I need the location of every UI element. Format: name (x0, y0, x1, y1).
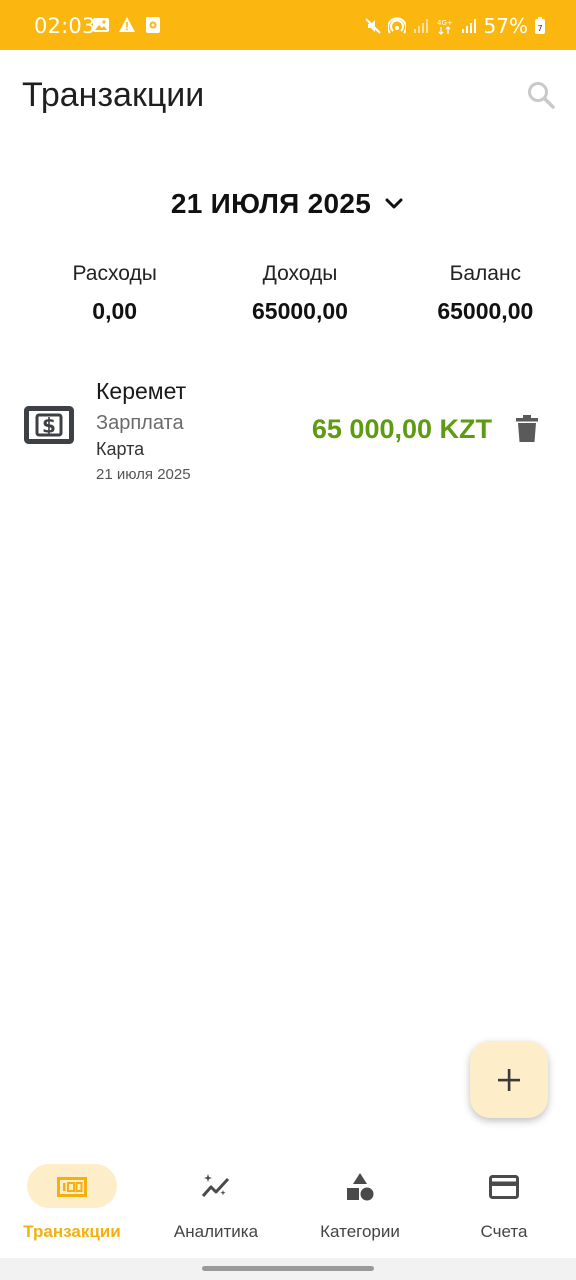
transaction-amount: 65 000,00 KZT (311, 414, 492, 444)
transaction-name: Керемет (96, 378, 187, 404)
plus-icon (498, 1068, 520, 1091)
add-transaction-button[interactable] (470, 1041, 548, 1118)
signal-icon (461, 19, 476, 33)
page-title: Транзакции (22, 76, 205, 114)
transaction-item[interactable]: $ Керемет Зарплата Карта 21 июля 2025 65… (0, 372, 576, 492)
nav-item-categories[interactable]: Категории (288, 1150, 432, 1250)
status-icons-right: 4G+ 57% 7 (364, 14, 546, 38)
summary-panel: Расходы 0,00 Доходы 65000,00 Баланс 6500… (0, 262, 576, 325)
chevron-down-icon (385, 198, 403, 209)
summary-expenses: Расходы 0,00 (22, 262, 207, 325)
nav-label-analytics: Аналитика (173, 1222, 259, 1241)
balance-value: 65000,00 (437, 298, 534, 324)
home-gesture-bar[interactable] (202, 1266, 374, 1271)
status-time: 02:03 (34, 14, 96, 38)
money-icon: $ (24, 406, 74, 444)
status-icons-left (92, 16, 162, 34)
banknote-icon (57, 1177, 87, 1197)
income-value: 65000,00 (252, 298, 348, 324)
warning-icon (119, 17, 135, 32)
svg-text:4G+: 4G+ (437, 19, 453, 27)
transaction-account: Карта (96, 439, 145, 459)
4g-icon: 4G+ (437, 19, 453, 35)
income-label: Доходы (262, 262, 338, 285)
bottom-navigation: Транзакции Аналитика Категории Счета (0, 1150, 576, 1258)
summary-income: Доходы 65000,00 (207, 262, 392, 325)
nav-label-categories: Категории (320, 1222, 400, 1241)
sparkle-chart-icon (201, 1174, 230, 1197)
gesture-area (0, 1258, 576, 1280)
nav-item-transactions[interactable]: Транзакции (0, 1150, 144, 1250)
nav-item-accounts[interactable]: Счета (432, 1150, 576, 1250)
status-bar: 02:03 4G+ 57% 7 (0, 0, 576, 50)
credit-card-icon (489, 1175, 519, 1199)
image-icon (93, 18, 109, 32)
nav-label-transactions: Транзакции (23, 1222, 121, 1241)
battery-icon: 7 (535, 17, 545, 34)
transaction-date: 21 июля 2025 (96, 466, 191, 483)
hotspot-icon (387, 17, 406, 34)
expenses-value: 0,00 (92, 298, 138, 324)
date-selector[interactable]: 21 ИЮЛЯ 2025 (0, 184, 576, 224)
mute-icon (364, 18, 381, 34)
date-label: 21 ИЮЛЯ 2025 (170, 188, 372, 219)
battery-text: 57% (483, 14, 528, 38)
svg-text:7: 7 (538, 24, 543, 33)
nav-label-accounts: Счета (480, 1222, 528, 1241)
balance-label: Баланс (449, 262, 522, 285)
svg-text:$: $ (42, 414, 56, 438)
expenses-label: Расходы (72, 262, 157, 285)
trash-icon[interactable] (516, 415, 538, 443)
shapes-icon (347, 1173, 374, 1201)
signal-icon (413, 19, 428, 33)
app-header: Транзакции (0, 50, 576, 146)
search-icon[interactable] (526, 80, 556, 110)
nav-item-analytics[interactable]: Аналитика (144, 1150, 288, 1250)
summary-balance: Баланс 65000,00 (393, 262, 576, 325)
app-notification-icon (146, 17, 160, 33)
transaction-category: Зарплата (96, 412, 184, 434)
